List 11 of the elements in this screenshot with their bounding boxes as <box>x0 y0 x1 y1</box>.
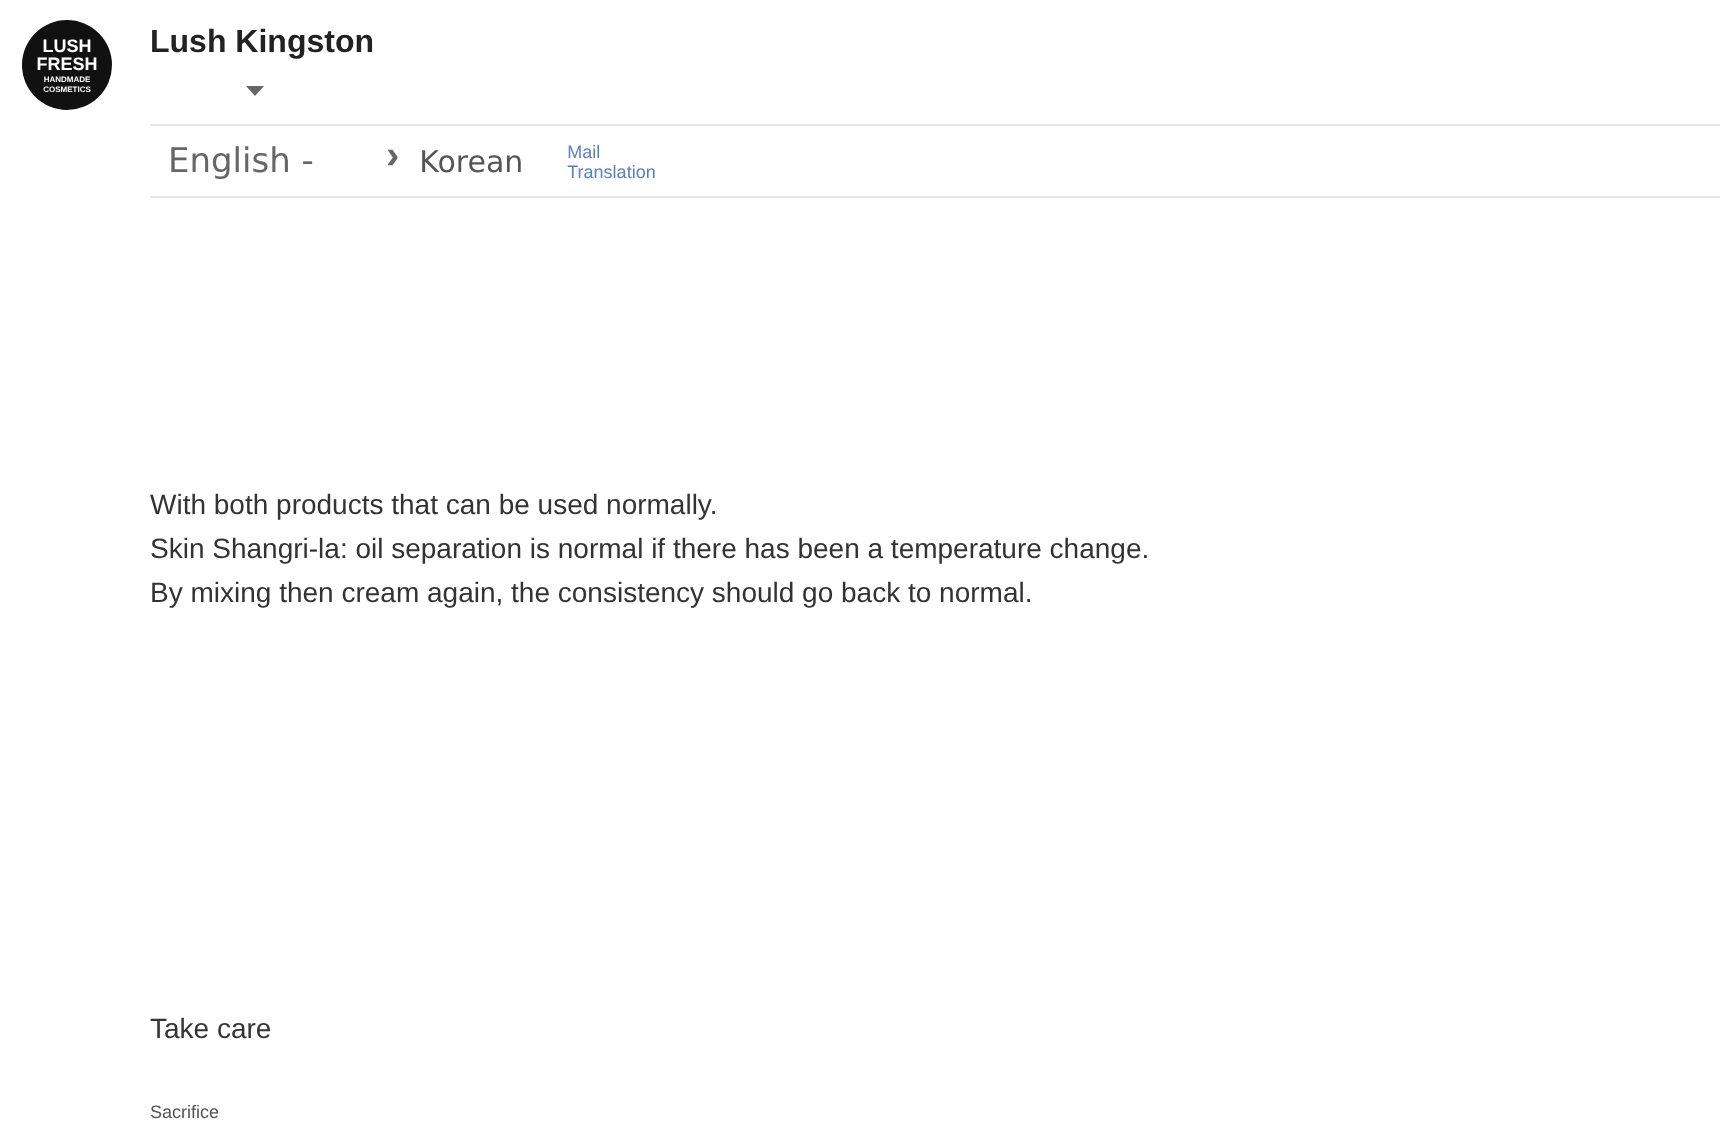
target-language[interactable]: Korean <box>419 143 524 179</box>
sender-name: Lush Kingston <box>150 26 376 62</box>
signature-text: Sacrifice <box>150 1102 222 1122</box>
message-line: By mixing then cream again, the consistency should go back to normal. <box>150 574 1035 612</box>
arrow-icon: › <box>385 134 400 180</box>
mail-translation-label: Mail Translation <box>567 141 656 181</box>
source-language[interactable]: English - <box>168 141 314 181</box>
message-line: With both products that can be used normally. <box>150 486 720 524</box>
dropdown-caret-icon[interactable] <box>246 86 264 96</box>
message-line: Skin Shangri-la: oil separation is normal if there has been a temperature change. <box>150 530 1152 568</box>
closing-text: Take care <box>150 1012 274 1044</box>
